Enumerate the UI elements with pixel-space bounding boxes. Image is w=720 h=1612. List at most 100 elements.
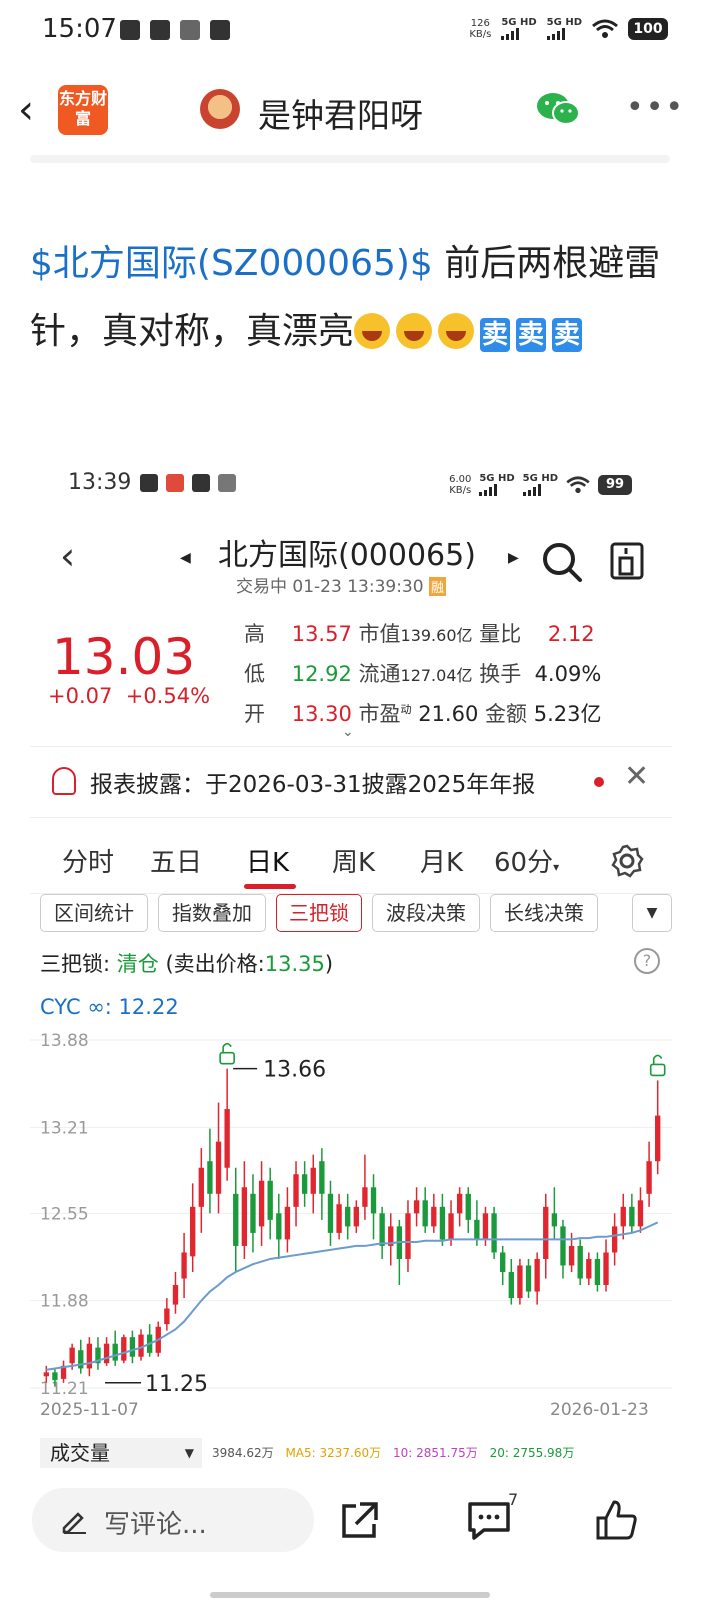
candle-body [594,1258,601,1286]
candle-body [439,1206,446,1240]
tab-daily-k[interactable]: 日K [246,842,289,879]
candle-body [181,1252,187,1279]
quote-back-button[interactable]: ‹ [60,534,75,578]
network-speed: 126 KB/s [469,18,492,40]
pen-icon [62,1512,86,1534]
candle-body [129,1337,136,1357]
link-icon [218,474,236,492]
status-time: 15:07 [42,14,117,44]
candle-body [241,1187,248,1246]
stock-link[interactable]: $北方国际(SZ000065)$ [30,243,433,284]
share-icon[interactable] [338,1500,380,1542]
sell-tag: 卖 [552,318,583,352]
candle-body [551,1213,558,1227]
candle-body [577,1245,583,1279]
cyc-indicator: CYC ∞: 12.22 [40,995,179,1019]
tab-monthly-k[interactable]: 月K [420,842,463,879]
inner-status-time: 13:39 [68,470,132,495]
three-locks-button[interactable]: 三把锁 [276,894,362,932]
inner-sim2: 5G HD [522,474,558,496]
next-stock-icon[interactable]: ▶ [508,550,519,566]
candle-body [629,1206,635,1227]
search-icon[interactable] [540,540,584,584]
like-icon[interactable] [594,1498,638,1542]
sim1-signal: 5G HD [501,18,537,40]
bell-icon [52,767,76,795]
grinning-emoji [438,313,475,349]
x-start-label: 2025-11-07 [40,1400,139,1420]
dropdown-icon[interactable]: ▼ [632,894,672,932]
sell-tag: 卖 [516,318,547,352]
candle-body [637,1200,644,1227]
candle-body [491,1213,497,1253]
candle-body [215,1141,222,1194]
gear-icon[interactable] [610,844,644,878]
candle-body [465,1193,471,1220]
y-tick-label: 13.88 [40,1031,89,1051]
app-logo[interactable]: 东方财富 [58,85,108,135]
back-button[interactable]: ‹ [18,87,34,133]
candle-body [319,1161,325,1194]
lock-status: 三把锁: 清仓 (卖出价格:13.35) [40,952,334,976]
tab-60min[interactable]: 60分▾ [494,842,559,879]
volume-row: 成交量 ▼ 3984.62万 MA5: 3237.60万 10: 2851.75万… [40,1438,672,1468]
candlestick-chart[interactable]: 13.88 13.21 12.55 11.88 11.21 13.66 11.25 2025-… [30,1030,672,1420]
candle-body [276,1213,282,1240]
candle-body [198,1167,204,1207]
wechat-icon[interactable] [536,91,580,127]
feather-icon [180,20,200,40]
long-decision-button[interactable]: 长线决策 [490,894,598,932]
battery-indicator: 100 [628,18,668,40]
x-end-label: 2026-01-23 [550,1400,649,1420]
tool-buttons: 区间统计 指数叠加 三把锁 波段决策 长线决策 ▼ [40,894,672,936]
share-screen-icon[interactable] [608,542,646,580]
candle-body [336,1204,342,1233]
inner-notification-icons [140,474,236,492]
band-decision-button[interactable]: 波段决策 [372,894,480,932]
candle-body [258,1180,265,1227]
expand-chevron-icon[interactable]: ⌄ [342,724,354,740]
candle-body [112,1343,118,1361]
candle-body [52,1372,58,1381]
avatar[interactable] [200,89,240,129]
candle-body [500,1252,506,1272]
range-stats-button[interactable]: 区间统计 [40,894,148,932]
candle-body [284,1206,291,1240]
prev-stock-icon[interactable]: ◀ [180,550,191,566]
sim2-signal: 5G HD [546,18,582,40]
volume-selector[interactable]: 成交量 ▼ [40,1438,202,1468]
lock-icon [219,1051,235,1065]
index-overlay-button[interactable]: 指数叠加 [158,894,266,932]
candle-body [293,1174,299,1207]
more-menu-icon[interactable]: ••• [626,90,685,125]
nav-bar: ‹ 东方财富 是钟君阳呀 ••• [0,75,720,145]
lock-icon [649,1063,666,1077]
candle-body [611,1226,618,1253]
tab-intraday[interactable]: 分时 [62,842,114,879]
notification-icons [120,20,230,40]
comment-count: 7 [508,1490,519,1509]
candle-body [233,1193,239,1246]
inner-status-right: 6.00 KB/s 5G HD 5G HD 99 [449,474,632,496]
margin-badge: 融 [428,577,446,596]
candle-body [164,1308,170,1325]
notice-bar[interactable]: 报表披露：于2026-03-31披露2025年年报 ✕ [30,746,672,818]
attached-screenshot[interactable]: 13:39 6.00 KB/s 5G HD 5G HD 99 ‹ ◀ 北方国际(0… [30,460,672,1470]
active-tab-underline [244,884,296,889]
notice-text: 报表披露：于2026-03-31披露2025年年报 [90,772,536,798]
close-icon[interactable]: ✕ [624,759,649,794]
help-icon[interactable]: ? [634,948,660,974]
candle-body [379,1213,385,1246]
candle-body [86,1343,93,1369]
comment-icon[interactable] [466,1500,512,1542]
comment-input[interactable]: 写评论... [32,1488,314,1552]
candle-body [448,1213,454,1240]
tab-weekly-k[interactable]: 周K [332,842,375,879]
candle-body [456,1193,463,1214]
volume-stats: 3984.62万 MA5: 3237.60万 10: 2851.75万 20: … [212,1446,575,1460]
candle-body [560,1226,566,1266]
inner-battery: 99 [598,475,632,495]
candle-body [431,1206,437,1227]
app-icon [166,474,184,492]
tab-five-day[interactable]: 五日 [150,842,202,879]
